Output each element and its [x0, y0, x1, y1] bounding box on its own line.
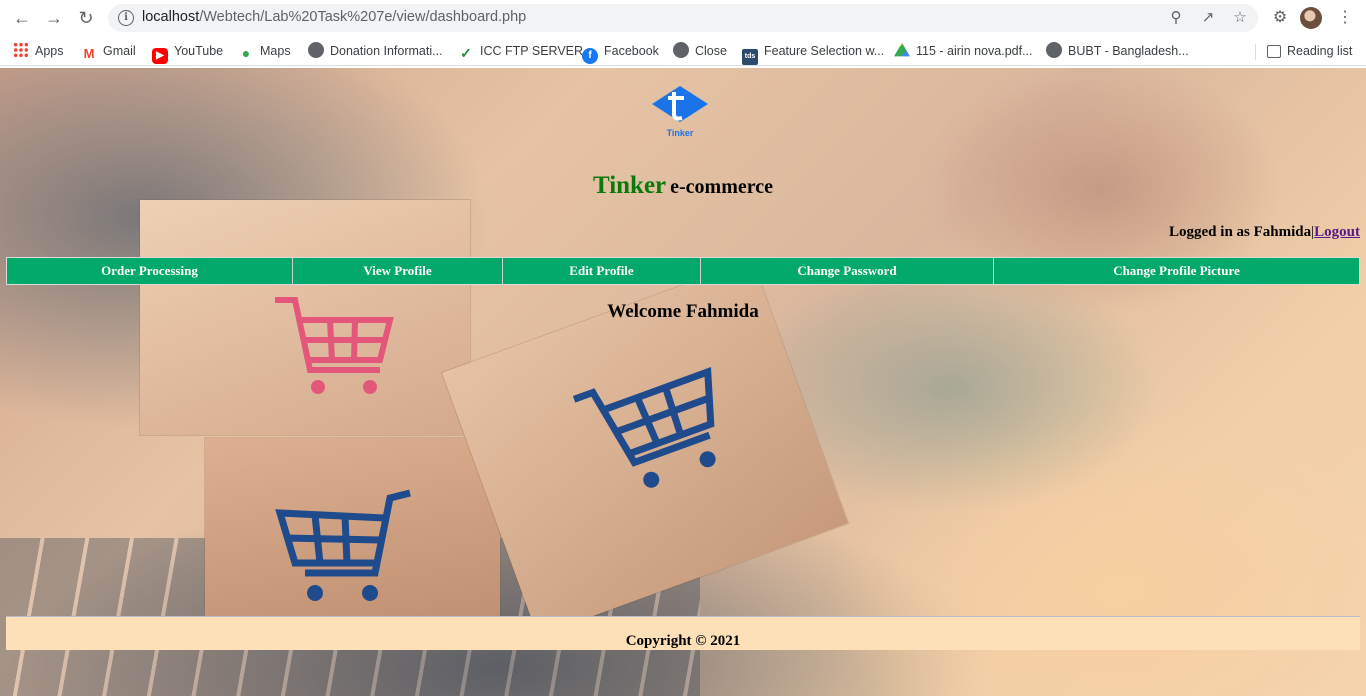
forward-arrow-icon[interactable]: → [42, 6, 66, 30]
google-drive-icon [894, 42, 910, 57]
bookmark-feature-selection[interactable]: tds Feature Selection w... [742, 41, 884, 65]
menu-edit-profile[interactable]: Edit Profile [503, 258, 701, 284]
copyright-footer: Copyright © 2021 [6, 616, 1360, 650]
brand-name: Tinker [592, 172, 667, 199]
reload-icon[interactable]: ↻ [74, 6, 98, 30]
tds-icon: tds [742, 49, 758, 65]
bookmark-bubt[interactable]: BUBT - Bangladesh... [1046, 41, 1189, 61]
back-arrow-icon[interactable]: ← [10, 6, 34, 30]
brand-subtitle: e-commerce [670, 176, 774, 198]
youtube-icon: ▶ [152, 48, 168, 64]
extensions-puzzle-icon[interactable]: ⚙ [1268, 6, 1292, 30]
logo-text: Tinker [667, 128, 694, 138]
bookmark-youtube[interactable]: ▶ YouTube [152, 41, 223, 64]
menu-change-password[interactable]: Change Password [701, 258, 994, 284]
bookmark-donation[interactable]: Donation Informati... [308, 41, 443, 61]
bookmarks-bar: Apps M Gmail ▶ YouTube ● Maps Donation Info… [0, 36, 1366, 66]
bookmark-maps[interactable]: ● Maps [238, 41, 291, 61]
reading-list-button[interactable]: Reading list [1267, 41, 1352, 61]
globe-icon [673, 42, 689, 58]
globe-icon [308, 42, 324, 58]
profile-avatar[interactable] [1300, 7, 1322, 29]
share-icon[interactable]: ↗ [1198, 8, 1218, 28]
bookmarks-divider [1255, 44, 1256, 60]
bookmark-close[interactable]: Close [673, 41, 727, 61]
address-bar[interactable]: i localhost/Webtech/Lab%20Task%207e/view… [108, 4, 1258, 32]
logout-link[interactable]: Logout [1314, 224, 1360, 240]
dashboard-menu: Order Processing View Profile Edit Profi… [6, 257, 1360, 285]
background-box-image [205, 438, 500, 628]
page-viewport: Tinker Tinker e-commerce Logged in as Fah… [0, 68, 1366, 696]
login-status: Logged in as Fahmida|Logout [1169, 224, 1360, 241]
icc-icon: ✓ [460, 45, 472, 61]
zoom-magnifier-icon[interactable]: ⚲ [1166, 8, 1186, 28]
site-title: Tinker e-commerce [0, 172, 1366, 200]
logged-in-label: Logged in as Fahmida [1169, 224, 1312, 240]
site-info-icon[interactable]: i [118, 10, 134, 26]
welcome-message: Welcome Fahmida [607, 301, 759, 322]
cart-icon [572, 367, 716, 488]
bookmark-star-icon[interactable]: ☆ [1230, 8, 1250, 28]
bookmark-gmail[interactable]: M Gmail [81, 41, 136, 62]
browser-toolbar: ← → ↻ i localhost/Webtech/Lab%20Task%207… [0, 0, 1366, 36]
bookmark-apps[interactable]: Apps [13, 41, 64, 61]
address-url[interactable]: localhost/Webtech/Lab%20Task%207e/view/d… [142, 9, 526, 25]
facebook-icon: f [582, 48, 598, 64]
globe-icon [1046, 42, 1062, 58]
menu-view-profile[interactable]: View Profile [293, 258, 503, 284]
more-menu-icon[interactable]: ⋮ [1333, 6, 1357, 30]
bookmark-facebook[interactable]: f Facebook [582, 41, 659, 64]
bookmark-icc-ftp[interactable]: ✓ ICC FTP SERVER [458, 41, 583, 61]
menu-order-processing[interactable]: Order Processing [7, 258, 293, 284]
tinker-logo: Tinker [652, 86, 708, 138]
bookmark-airin-nova-pdf[interactable]: 115 - airin nova.pdf... [894, 41, 1033, 61]
maps-icon: ● [241, 45, 251, 61]
apps-grid-icon [13, 42, 29, 58]
gmail-icon: M [81, 46, 97, 62]
menu-change-profile-picture[interactable]: Change Profile Picture [994, 258, 1359, 284]
reading-list-icon [1267, 45, 1281, 58]
cart-icon [275, 489, 411, 601]
